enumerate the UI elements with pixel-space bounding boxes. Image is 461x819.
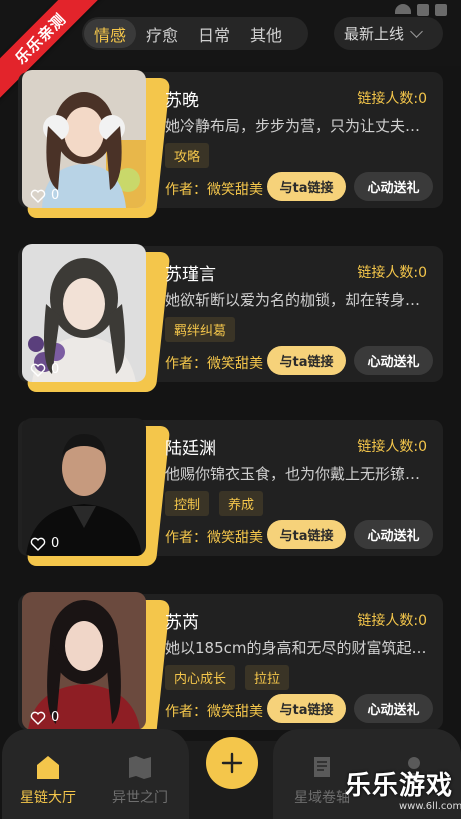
like-counter[interactable]: 0 (30, 710, 59, 725)
gift-button[interactable]: 心动送礼 (354, 694, 433, 723)
status-icons (395, 4, 447, 16)
tag-list: 攻略 (165, 143, 210, 168)
tag: 攻略 (165, 143, 210, 168)
character-description: 她冷静布局，步步为营，只为让丈夫… (165, 117, 421, 135)
watermark-title: 乐乐游戏 (345, 771, 454, 801)
like-counter[interactable]: 0 (30, 188, 59, 203)
heart-icon (30, 363, 46, 377)
like-count: 0 (51, 188, 60, 203)
card-image-area: 0 (22, 592, 171, 740)
tag-list: 羁绊纠葛 (165, 317, 236, 342)
plus-icon (221, 752, 243, 774)
card-image-area: 0 (22, 418, 171, 566)
link-count: 链接人数:0 (357, 439, 427, 455)
character-name: 苏芮 (165, 613, 199, 633)
create-button[interactable] (206, 737, 258, 789)
link-count: 链接人数:0 (357, 265, 427, 281)
like-counter[interactable]: 0 (30, 362, 59, 377)
author-label: 作者：微笑甜美 (165, 182, 263, 198)
character-description: 他赐你锦衣玉食，也为你戴上无形镣… (165, 465, 421, 483)
tab-other[interactable]: 其他 (240, 19, 292, 48)
link-count: 链接人数:0 (357, 91, 427, 107)
link-button[interactable]: 与ta链接 (267, 694, 346, 723)
battery-icon (435, 4, 447, 16)
character-name: 苏晚 (165, 91, 199, 111)
gift-button[interactable]: 心动送礼 (354, 172, 433, 201)
category-tabs: 情感 疗愈 日常 其他 (82, 17, 308, 50)
tag-list: 控制 养成 (165, 491, 264, 516)
author-label: 作者：微笑甜美 (165, 356, 263, 372)
tag-list: 内心成长 拉拉 (165, 665, 290, 690)
link-button[interactable]: 与ta链接 (267, 172, 346, 201)
author-label: 作者：微笑甜美 (165, 704, 263, 720)
card-image-area: 0 (22, 244, 171, 392)
wifi-icon (395, 4, 411, 14)
gift-button[interactable]: 心动送礼 (354, 346, 433, 375)
nav-item-portal[interactable]: 异世之门 (100, 753, 180, 807)
tag: 羁绊纠葛 (165, 317, 236, 342)
tag: 拉拉 (245, 665, 290, 690)
chevron-down-icon (410, 24, 423, 38)
nav-label: 星链大厅 (20, 790, 76, 806)
tag: 内心成长 (165, 665, 236, 690)
watermark-url: www.6ll.com (399, 801, 461, 812)
like-count: 0 (51, 362, 60, 377)
character-name: 苏瑾言 (165, 265, 216, 285)
map-icon (129, 756, 151, 779)
character-card[interactable]: 0 苏瑾言 链接人数:0 她欲斩断以爱为名的枷锁，却在转身… 羁绊纠葛 作者：微… (18, 244, 443, 392)
link-button[interactable]: 与ta链接 (267, 520, 346, 549)
character-card[interactable]: 0 陆廷渊 链接人数:0 他赐你锦衣玉食，也为你戴上无形镣… 控制 养成 作者：… (18, 418, 443, 566)
watermark: 乐乐游戏 www.6ll.com (345, 765, 461, 819)
character-description: 她欲斩断以爱为名的枷锁，却在转身… (165, 291, 421, 309)
tag: 控制 (165, 491, 210, 516)
gift-button[interactable]: 心动送礼 (354, 520, 433, 549)
heart-icon (30, 537, 46, 551)
author-label: 作者：微笑甜美 (165, 530, 263, 546)
tag: 养成 (219, 491, 264, 516)
link-count: 链接人数:0 (357, 613, 427, 629)
home-icon (37, 756, 59, 779)
tab-daily[interactable]: 日常 (188, 19, 240, 48)
character-description: 她以185cm的身高和无尽的财富筑起… (165, 639, 427, 657)
card-image-area: 0 (22, 70, 171, 218)
sort-label: 最新上线 (344, 25, 405, 43)
like-count: 0 (51, 536, 60, 551)
link-button[interactable]: 与ta链接 (267, 346, 346, 375)
sort-dropdown[interactable]: 最新上线 (334, 17, 443, 50)
heart-icon (30, 711, 46, 725)
tab-healing[interactable]: 疗愈 (136, 19, 188, 48)
character-card[interactable]: 0 苏晚 链接人数:0 她冷静布局，步步为营，只为让丈夫… 攻略 作者：微笑甜美… (18, 70, 443, 218)
heart-icon (30, 189, 46, 203)
character-card[interactable]: 0 苏芮 链接人数:0 她以185cm的身高和无尽的财富筑起… 内心成长 拉拉 … (18, 592, 443, 740)
nav-item-hall[interactable]: 星链大厅 (8, 753, 88, 807)
character-name: 陆廷渊 (165, 439, 216, 459)
signal-icon (417, 4, 429, 16)
nav-label: 异世之门 (112, 790, 168, 806)
like-counter[interactable]: 0 (30, 536, 59, 551)
like-count: 0 (51, 710, 60, 725)
scroll-icon (314, 757, 330, 777)
nav-label: 星域卷轴 (294, 790, 350, 806)
